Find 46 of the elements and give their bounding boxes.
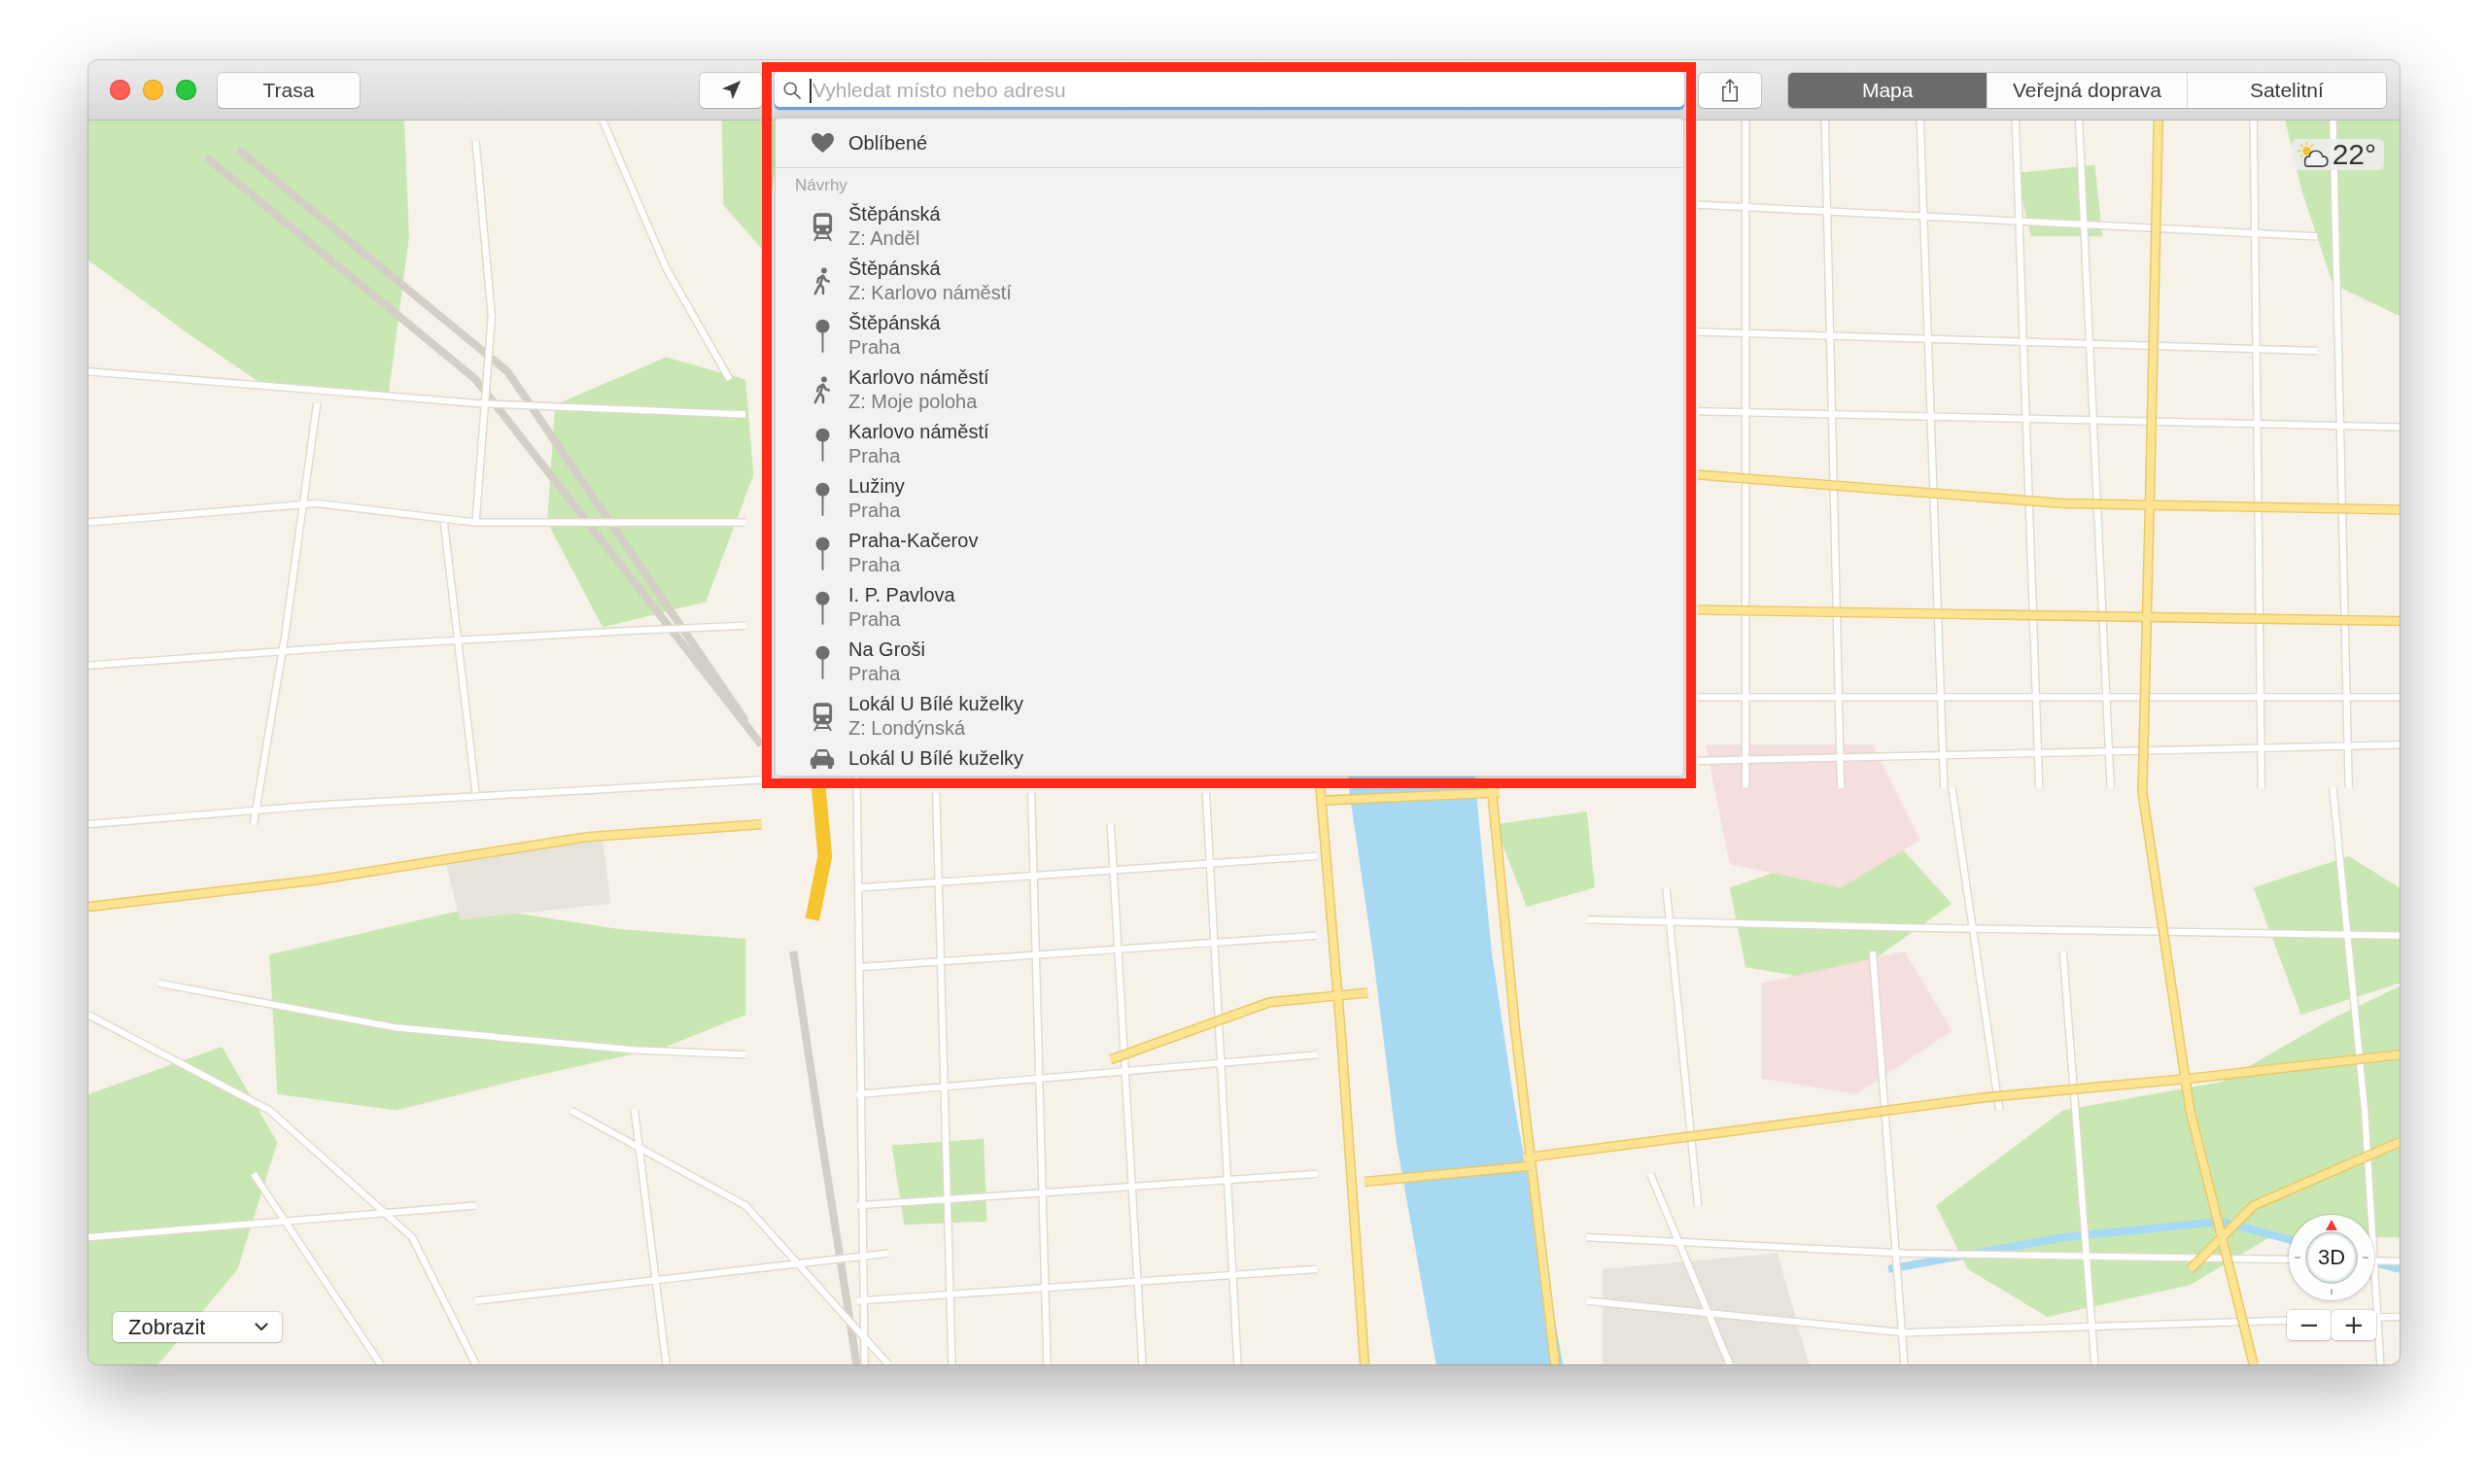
tram-icon xyxy=(811,701,834,732)
pin-icon xyxy=(814,481,830,516)
display-menu-button[interactable]: Zobrazit xyxy=(113,1312,282,1342)
text-cursor-icon xyxy=(810,78,812,103)
suggestion-item[interactable]: Lužiny Praha xyxy=(776,471,1683,526)
view-tab[interactable]: Mapa xyxy=(1788,72,1987,108)
view-3d-button[interactable]: 3D xyxy=(2305,1231,2358,1284)
suggestion-item[interactable]: Karlovo náměstí Z: Moje poloha xyxy=(776,362,1683,417)
pin-icon xyxy=(814,590,830,625)
suggestion-item[interactable]: Lokál U Bílé kuželky Z: Londýnská xyxy=(776,689,1683,743)
favorites-item[interactable]: Oblíbené xyxy=(776,119,1683,167)
sun-cloud-icon xyxy=(2297,142,2329,167)
pin-icon xyxy=(814,318,830,353)
suggestion-item[interactable]: Štěpánská Praha xyxy=(776,308,1683,362)
temperature-label: 22° xyxy=(2332,139,2376,170)
heart-icon xyxy=(810,132,835,154)
view-tab[interactable]: Veřejná doprava xyxy=(1987,72,2187,108)
section-heading: Návrhy xyxy=(794,175,848,196)
share-icon xyxy=(1721,78,1739,102)
location-arrow-icon xyxy=(720,80,742,100)
suggestion-item[interactable]: Štěpánská Z: Karlovo náměstí xyxy=(776,254,1683,308)
chevron-down-icon xyxy=(255,1323,268,1331)
minimize-button[interactable] xyxy=(143,80,163,100)
route-button[interactable]: Trasa xyxy=(218,72,360,108)
search-field[interactable]: Vyhledat místo nebo adresu xyxy=(775,70,1684,110)
suggestion-item[interactable]: Karlovo náměstí Praha xyxy=(776,417,1683,471)
fullscreen-button[interactable] xyxy=(176,80,196,100)
walking-person-icon xyxy=(812,266,832,295)
pin-icon xyxy=(814,644,830,679)
tram-icon xyxy=(811,211,834,242)
share-button[interactable] xyxy=(1699,72,1761,108)
search-icon xyxy=(783,81,801,99)
suggestion-item[interactable]: Štěpánská Z: Anděl xyxy=(776,199,1683,254)
suggestion-item[interactable]: Na Groši Praha xyxy=(776,635,1683,689)
car-icon xyxy=(810,747,835,770)
suggestion-item[interactable]: Lokál U Bílé kuželky xyxy=(776,743,1683,774)
zoom-in-button[interactable]: + xyxy=(2332,1310,2376,1340)
pin-icon xyxy=(814,427,830,462)
pin-icon xyxy=(814,535,830,570)
suggestion-item[interactable]: Praha-Kačerov Praha xyxy=(776,526,1683,580)
view-tab[interactable]: Satelitní xyxy=(2186,72,2386,108)
walking-person-icon xyxy=(812,375,832,404)
current-location-button[interactable] xyxy=(700,72,762,108)
zoom-out-button[interactable]: − xyxy=(2287,1310,2332,1340)
close-button[interactable] xyxy=(110,80,130,100)
suggestion-item[interactable]: I. P. Pavlova Praha xyxy=(776,580,1683,635)
